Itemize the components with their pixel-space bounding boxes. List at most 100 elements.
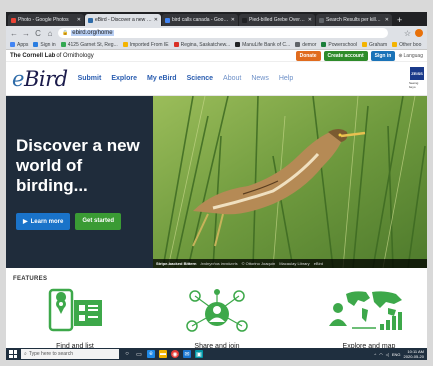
bookmark-favicon-icon: [173, 42, 179, 47]
volume-icon[interactable]: ◁: [386, 352, 389, 357]
bookmark-item[interactable]: Sign in: [33, 41, 56, 48]
bookmark-item[interactable]: Graham: [362, 42, 387, 48]
browser-tab[interactable]: Pied-billed Grebe Overvie ✕: [239, 14, 315, 26]
nav-link-science[interactable]: Science: [187, 75, 213, 82]
home-icon[interactable]: ⌂: [46, 29, 54, 38]
hero-banner: Discover a new world of birding... ▶ Lea…: [6, 96, 427, 268]
tray-chevron-icon[interactable]: ^: [374, 352, 376, 357]
new-tab-button[interactable]: +: [393, 14, 406, 26]
nav-link-help[interactable]: Help: [279, 75, 293, 82]
cornell-header: The Cornell Lab of Ornithology Donate Cr…: [6, 50, 427, 62]
tab-close-icon[interactable]: ✕: [385, 17, 389, 23]
bookmark-item[interactable]: Powerschool: [321, 42, 357, 48]
ebird-logo[interactable]: eBird: [12, 67, 68, 91]
create-account-button[interactable]: Create account: [323, 50, 368, 61]
get-started-button[interactable]: Get started: [75, 213, 121, 230]
hero-title: Discover a new world of birding...: [16, 136, 140, 195]
photo-caption: Stripe-backed Bittern Ixobrychus involuc…: [153, 259, 427, 268]
ebird-logo-bird: Bird: [23, 66, 68, 91]
nav-link-explore[interactable]: Explore: [111, 75, 137, 82]
feature-share[interactable]: Share and join: [182, 288, 252, 350]
caption-ebird: eBird: [313, 261, 324, 266]
bookmark-item[interactable]: demor: [295, 42, 316, 48]
mail-icon[interactable]: ✉: [183, 350, 191, 358]
tab-favicon-icon: [319, 17, 324, 23]
tab-close-icon[interactable]: ✕: [77, 17, 81, 23]
store-icon[interactable]: ▣: [195, 350, 203, 358]
learn-more-button[interactable]: ▶ Learn more: [16, 213, 71, 230]
sign-in-button[interactable]: Sign in: [370, 50, 396, 61]
bookmark-label: Imported From IE: [129, 41, 169, 48]
tab-close-icon[interactable]: ✕: [308, 17, 312, 23]
browser-tab[interactable]: bird calls canada - Google ✕: [162, 14, 238, 26]
profile-avatar[interactable]: [415, 29, 423, 37]
search-icon: ⌕: [24, 351, 27, 357]
browser-tab[interactable]: Photo - Google Photos ✕: [8, 14, 84, 26]
language-selector[interactable]: ⊕ Languag: [398, 53, 423, 59]
donate-button[interactable]: Donate: [295, 50, 321, 61]
community-network-icon: [186, 289, 248, 332]
bookmark-item[interactable]: Regina, Saskatchew...: [173, 42, 230, 48]
bookmark-item[interactable]: 4125 Garnet St, Reg...: [60, 41, 118, 48]
tab-label: Search Results per killed p: [326, 17, 383, 23]
bookmark-item[interactable]: Apps: [10, 42, 28, 48]
back-icon[interactable]: ←: [10, 29, 18, 38]
windows-taskbar: ⌕ Type here to search ○ ▭ e ▬ ◉ ✉ ▣ ^ ◠ …: [6, 348, 427, 360]
windows-start-icon[interactable]: [9, 350, 17, 358]
phone-map-icon: [48, 288, 102, 332]
reload-icon[interactable]: C: [34, 29, 42, 38]
address-bar: ← → C ⌂ 🔒 ebird.org/home ☆: [6, 26, 427, 40]
bookmark-favicon-icon: [122, 42, 128, 47]
browser-window: Photo - Google Photos ✕ eBird - Discover a…: [6, 12, 427, 360]
browser-tab[interactable]: Search Results per killed p ✕: [316, 14, 392, 26]
photo-border: [0, 0, 433, 12]
tab-label: Pied-billed Grebe Overvie: [249, 17, 306, 23]
bookmark-favicon-icon: [235, 42, 241, 47]
taskbar-search-placeholder: Type here to search: [28, 351, 74, 357]
nav-link-my-ebird[interactable]: My eBird: [147, 75, 177, 82]
forward-icon[interactable]: →: [22, 29, 30, 38]
caption-library: Macaulay Library: [279, 261, 310, 266]
bookmark-label: Other boo: [399, 41, 422, 48]
world-map-chart-icon: [329, 291, 402, 330]
bookmark-label: Sign in: [40, 41, 56, 48]
caption-credit: © Ottorino Joaquín: [241, 261, 276, 266]
tab-label: bird calls canada - Google: [172, 17, 229, 23]
cortana-icon[interactable]: ○: [123, 350, 131, 358]
tab-favicon-icon: [242, 17, 247, 23]
ebird-nav: eBird Submit Explore My eBird Science About Ne…: [6, 62, 427, 96]
taskbar-search-input[interactable]: ⌕ Type here to search: [21, 349, 119, 359]
bookmarks-bar: Apps Sign in 4125 Garnet St, Reg... Importe…: [6, 40, 427, 50]
nav-link-submit[interactable]: Submit: [78, 75, 102, 82]
edge-icon[interactable]: e: [147, 350, 155, 358]
zeiss-sponsor-logo[interactable]: ZEISS Seeing beyo: [409, 67, 425, 89]
nav-link-news[interactable]: News: [251, 75, 269, 82]
url-input[interactable]: 🔒 ebird.org/home: [58, 28, 388, 38]
tab-close-icon[interactable]: ✕: [154, 17, 158, 23]
language-label: Languag: [403, 52, 423, 59]
bookmark-favicon-icon: [295, 42, 301, 47]
browser-tab[interactable]: eBird - Discover a new wor ✕: [85, 14, 161, 26]
tab-label: eBird - Discover a new wor: [95, 17, 152, 23]
clock[interactable]: 10:11 AM 2020-05-20: [404, 349, 424, 359]
language-indicator[interactable]: ENG: [392, 352, 401, 357]
task-view-icon[interactable]: ▭: [135, 350, 143, 358]
bookmark-item[interactable]: ManuLife Bank of C...: [235, 42, 290, 48]
features-section: FEATURES Find and list Share and join Ex…: [6, 268, 427, 350]
cornell-lab-logo[interactable]: The Cornell Lab of Ornithology: [10, 53, 94, 59]
tab-close-icon[interactable]: ✕: [231, 17, 235, 23]
bookmark-star-icon[interactable]: ☆: [404, 29, 411, 38]
chrome-icon[interactable]: ◉: [171, 350, 179, 358]
network-icon[interactable]: ◠: [379, 352, 383, 357]
file-explorer-icon[interactable]: ▬: [159, 350, 167, 358]
globe-icon: ⊕: [398, 52, 403, 59]
feature-explore[interactable]: Explore and map: [324, 288, 414, 350]
bookmark-item[interactable]: Other boo: [392, 42, 421, 48]
photo-border: [0, 360, 433, 366]
feature-find[interactable]: Find and list: [40, 288, 110, 350]
bookmark-favicon-icon: [10, 42, 15, 47]
bookmark-label: 4125 Garnet St, Reg...: [67, 41, 118, 48]
bookmark-item[interactable]: Imported From IE: [122, 41, 169, 48]
tab-favicon-icon: [11, 17, 16, 23]
nav-link-about[interactable]: About: [223, 75, 241, 82]
